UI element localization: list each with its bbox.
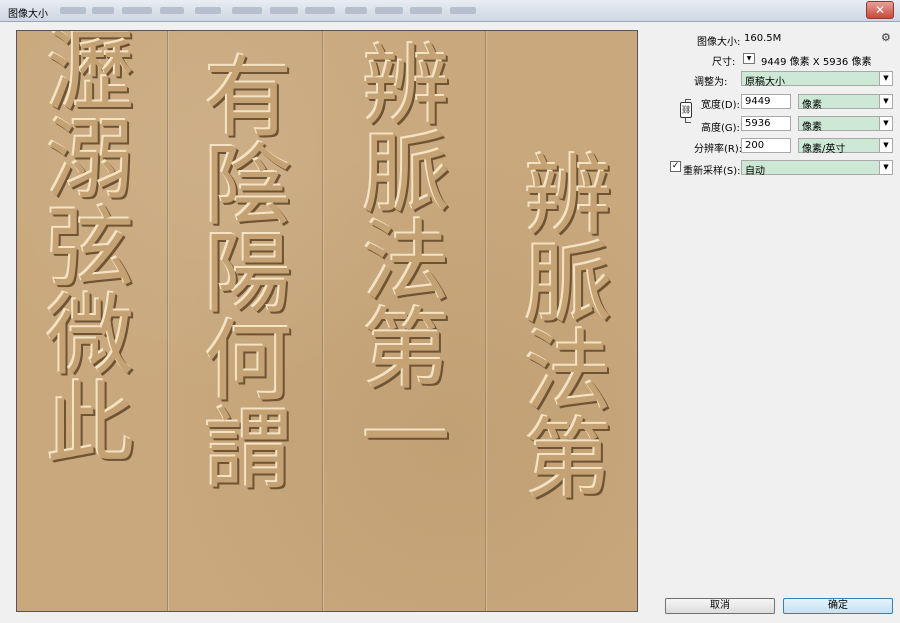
chevron-down-icon: ▼ [879, 139, 892, 152]
preview-text-column: 辨脈法第 [510, 149, 613, 501]
width-label: 宽度(D): [701, 100, 740, 111]
blurred-menu-item [305, 7, 335, 14]
dimensions-label: 尺寸: [712, 57, 736, 68]
dimensions-unit-dropdown[interactable]: ▼ [743, 53, 755, 64]
resample-value: 自动 [745, 166, 765, 177]
fit-to-value: 原稿大小 [745, 77, 785, 88]
preview-text-column: 瀝溺弦微此 [32, 30, 135, 465]
close-icon: ✕ [874, 3, 886, 17]
blurred-menu-item [232, 7, 262, 14]
blurred-menu-item [375, 7, 403, 14]
resolution-input[interactable]: 200 [741, 138, 791, 153]
blurred-menu-item [60, 7, 86, 14]
fit-to-label: 调整为: [694, 77, 728, 88]
resolution-label: 分辨率(R): [694, 144, 743, 155]
preview-text-column: 辨脈法第一 [348, 39, 451, 479]
blurred-menu-item [160, 7, 184, 14]
resolution-unit-value: 像素/英寸 [802, 144, 846, 155]
title-bar: 图像大小 ✕ [0, 0, 900, 22]
dimensions-value: 9449 像素 X 5936 像素 [761, 57, 872, 68]
cancel-button[interactable]: 取消 [665, 598, 775, 614]
link-icon[interactable]: ⛓ [680, 102, 692, 118]
ok-button[interactable]: 确定 [783, 598, 893, 614]
height-unit-dropdown[interactable]: 像素 ▼ [798, 116, 893, 133]
chevron-down-icon: ▼ [879, 72, 892, 85]
blurred-menu-item [92, 7, 114, 14]
resample-label: 重新采样(S): [683, 166, 741, 177]
height-input[interactable]: 5936 [741, 116, 791, 131]
chevron-down-icon: ▼ [879, 161, 892, 174]
image-size-value: 160.5M [744, 33, 782, 44]
width-unit-dropdown[interactable]: 像素 ▼ [798, 94, 893, 111]
column-rule [167, 31, 169, 611]
chevron-down-icon: ▼ [746, 55, 752, 62]
image-preview[interactable]: 瀝溺弦微此 有陰陽何謂 辨脈法第一 辨脈法第 [16, 30, 638, 612]
blurred-menu-item [450, 7, 476, 14]
resample-checkbox[interactable]: ✓ [670, 161, 681, 172]
gear-icon[interactable]: ⚙ [881, 31, 891, 44]
width-input[interactable]: 9449 [741, 94, 791, 109]
fit-to-dropdown[interactable]: 原稿大小 ▼ [741, 71, 893, 88]
blurred-menu-item [345, 7, 367, 14]
blurred-menu-item [270, 7, 298, 14]
preview-text-column: 有陰陽何謂 [190, 51, 293, 491]
chevron-down-icon: ▼ [879, 117, 892, 130]
chevron-down-icon: ▼ [879, 95, 892, 108]
height-unit-value: 像素 [802, 122, 822, 133]
column-rule [322, 31, 324, 611]
image-size-label: 图像大小: [697, 37, 741, 48]
close-button[interactable]: ✕ [866, 1, 894, 19]
resample-dropdown[interactable]: 自动 ▼ [741, 160, 893, 177]
blurred-menu-item [195, 7, 221, 14]
height-label: 高度(G): [701, 123, 740, 134]
window-title: 图像大小 [8, 9, 48, 20]
blurred-menu-item [410, 7, 442, 14]
column-rule [485, 31, 487, 611]
width-unit-value: 像素 [802, 100, 822, 111]
checkmark-icon: ✓ [671, 161, 680, 171]
blurred-menu-item [122, 7, 152, 14]
resolution-unit-dropdown[interactable]: 像素/英寸 ▼ [798, 138, 893, 155]
